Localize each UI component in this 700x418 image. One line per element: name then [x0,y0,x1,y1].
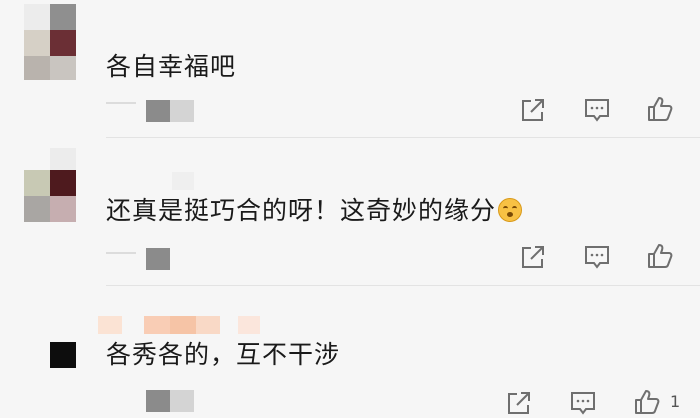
avatar-mosaic-lower [24,56,76,80]
reply-button[interactable] [582,242,612,272]
avatar[interactable] [24,170,76,222]
comment-item: 各秀各的，互不干涉 1 [0,286,700,417]
comment-text: 各自幸福吧 [106,52,237,81]
comment-text: 各秀各的，互不干涉 [106,340,341,369]
comment-item: 各自幸福吧 [0,0,700,138]
like-icon [635,390,660,414]
comment-text-content: 还真是挺巧合的呀！这奇妙的缘分 [106,196,497,225]
share-button[interactable] [518,242,548,272]
comment-item: 还真是挺巧合的呀！这奇妙的缘分 [0,138,700,286]
like-button[interactable] [632,387,662,417]
mosaic-time-mark [106,102,136,104]
share-icon [522,99,544,121]
like-button[interactable] [645,94,675,124]
mosaic-time-mark [106,252,136,254]
share-button[interactable] [518,95,548,125]
comment-text: 还真是挺巧合的呀！这奇妙的缘分 [106,194,523,228]
share-icon [522,246,544,268]
mosaic-username [98,316,260,334]
like-icon [648,97,673,121]
surprised-face-emoji [498,198,523,222]
mosaic-username [172,172,194,190]
reply-icon [585,246,609,269]
comment-time [146,248,170,270]
avatar[interactable] [24,4,76,56]
reply-icon [585,99,609,122]
reply-button[interactable] [582,95,612,125]
like-button[interactable] [645,241,675,271]
like-icon [648,244,673,268]
comment-time [146,100,194,122]
comment-time [146,390,194,412]
avatar[interactable] [50,342,76,368]
like-count: 1 [670,392,681,411]
avatar-mosaic-top [50,148,76,170]
